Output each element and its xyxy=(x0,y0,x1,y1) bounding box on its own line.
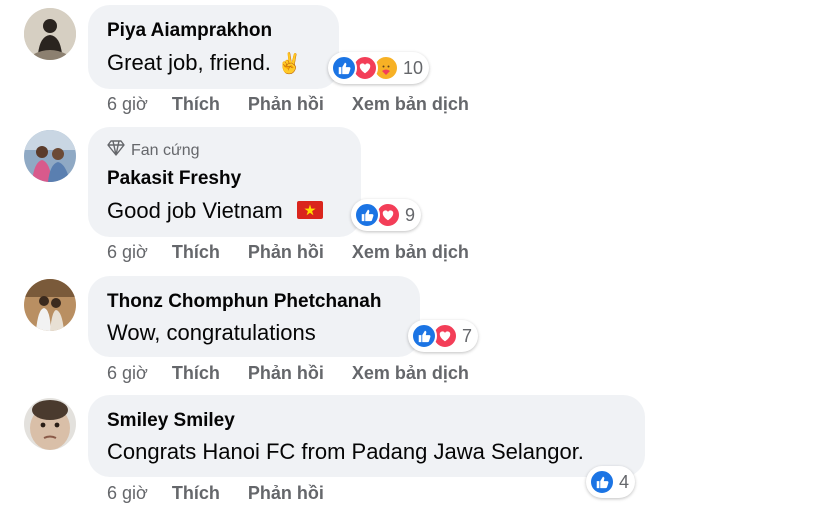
comment-bubble: Thonz Chomphun Phetchanah Wow, congratul… xyxy=(88,276,420,357)
reaction-count: 9 xyxy=(405,204,416,225)
see-translation-button[interactable]: Xem bản dịch xyxy=(352,363,469,384)
diamond-icon xyxy=(107,140,125,161)
avatar[interactable] xyxy=(24,130,76,182)
comment-text: Great job, friend. ✌️ xyxy=(107,50,302,76)
comment-author[interactable]: Piya Aiamprakhon xyxy=(107,20,272,42)
comment-text: Congrats Hanoi FC from Padang Jawa Selan… xyxy=(107,439,584,464)
avatar[interactable] xyxy=(24,8,76,60)
reactions-summary[interactable]: 9 xyxy=(351,199,422,231)
badge-label: Fan cứng xyxy=(131,141,200,159)
reaction-count: 10 xyxy=(403,57,424,78)
reply-button[interactable]: Phản hồi xyxy=(248,483,324,504)
comment-timestamp[interactable]: 6 giờ xyxy=(107,94,148,115)
comment-actions: 6 giờ Thích Phản hồi Xem bản dịch xyxy=(107,242,497,263)
like-button[interactable]: Thích xyxy=(172,242,220,263)
reactions-summary[interactable]: 4 xyxy=(586,466,636,498)
comment-author[interactable]: Pakasit Freshy xyxy=(107,168,241,190)
like-button[interactable]: Thích xyxy=(172,483,220,504)
see-translation-button[interactable]: Xem bản dịch xyxy=(352,94,469,115)
like-icon xyxy=(331,55,357,81)
like-icon xyxy=(411,323,437,349)
comment-actions: 6 giờ Thích Phản hồi xyxy=(107,483,352,504)
comment-text: Good job Vietnam xyxy=(107,198,323,225)
comment-author[interactable]: Smiley Smiley xyxy=(107,410,235,432)
avatar[interactable] xyxy=(24,279,76,331)
comment-text-content: Good job Vietnam xyxy=(107,198,283,223)
reaction-count: 4 xyxy=(619,471,630,492)
comment-timestamp[interactable]: 6 giờ xyxy=(107,483,148,504)
reply-button[interactable]: Phản hồi xyxy=(248,363,324,384)
reply-button[interactable]: Phản hồi xyxy=(248,242,324,263)
like-icon xyxy=(589,469,615,495)
comment-bubble: Fan cứng Pakasit Freshy Good job Vietnam xyxy=(88,127,361,237)
see-translation-button[interactable]: Xem bản dịch xyxy=(352,242,469,263)
comment-timestamp[interactable]: 6 giờ xyxy=(107,242,148,263)
comment-actions: 6 giờ Thích Phản hồi Xem bản dịch xyxy=(107,94,497,115)
reactions-summary[interactable]: 7 xyxy=(408,320,479,352)
avatar[interactable] xyxy=(24,398,76,450)
victory-hand-emoji: ✌️ xyxy=(277,53,302,75)
like-button[interactable]: Thích xyxy=(172,94,220,115)
comment-text: Wow, congratulations xyxy=(107,320,316,345)
reaction-count: 7 xyxy=(462,325,473,346)
reply-button[interactable]: Phản hồi xyxy=(248,94,324,115)
vietnam-flag-icon xyxy=(296,199,323,225)
comment-timestamp[interactable]: 6 giờ xyxy=(107,363,148,384)
comment-bubble: Smiley Smiley Congrats Hanoi FC from Pad… xyxy=(88,395,645,477)
reactions-summary[interactable]: 10 xyxy=(328,52,430,84)
like-button[interactable]: Thích xyxy=(172,363,220,384)
top-fan-badge: Fan cứng xyxy=(107,140,200,161)
comment-author[interactable]: Thonz Chomphun Phetchanah xyxy=(107,291,381,313)
comment-actions: 6 giờ Thích Phản hồi Xem bản dịch xyxy=(107,363,497,384)
like-icon xyxy=(354,202,380,228)
comment-text-content: Great job, friend. xyxy=(107,50,271,75)
comment-bubble: Piya Aiamprakhon Great job, friend. ✌️ xyxy=(88,5,339,89)
